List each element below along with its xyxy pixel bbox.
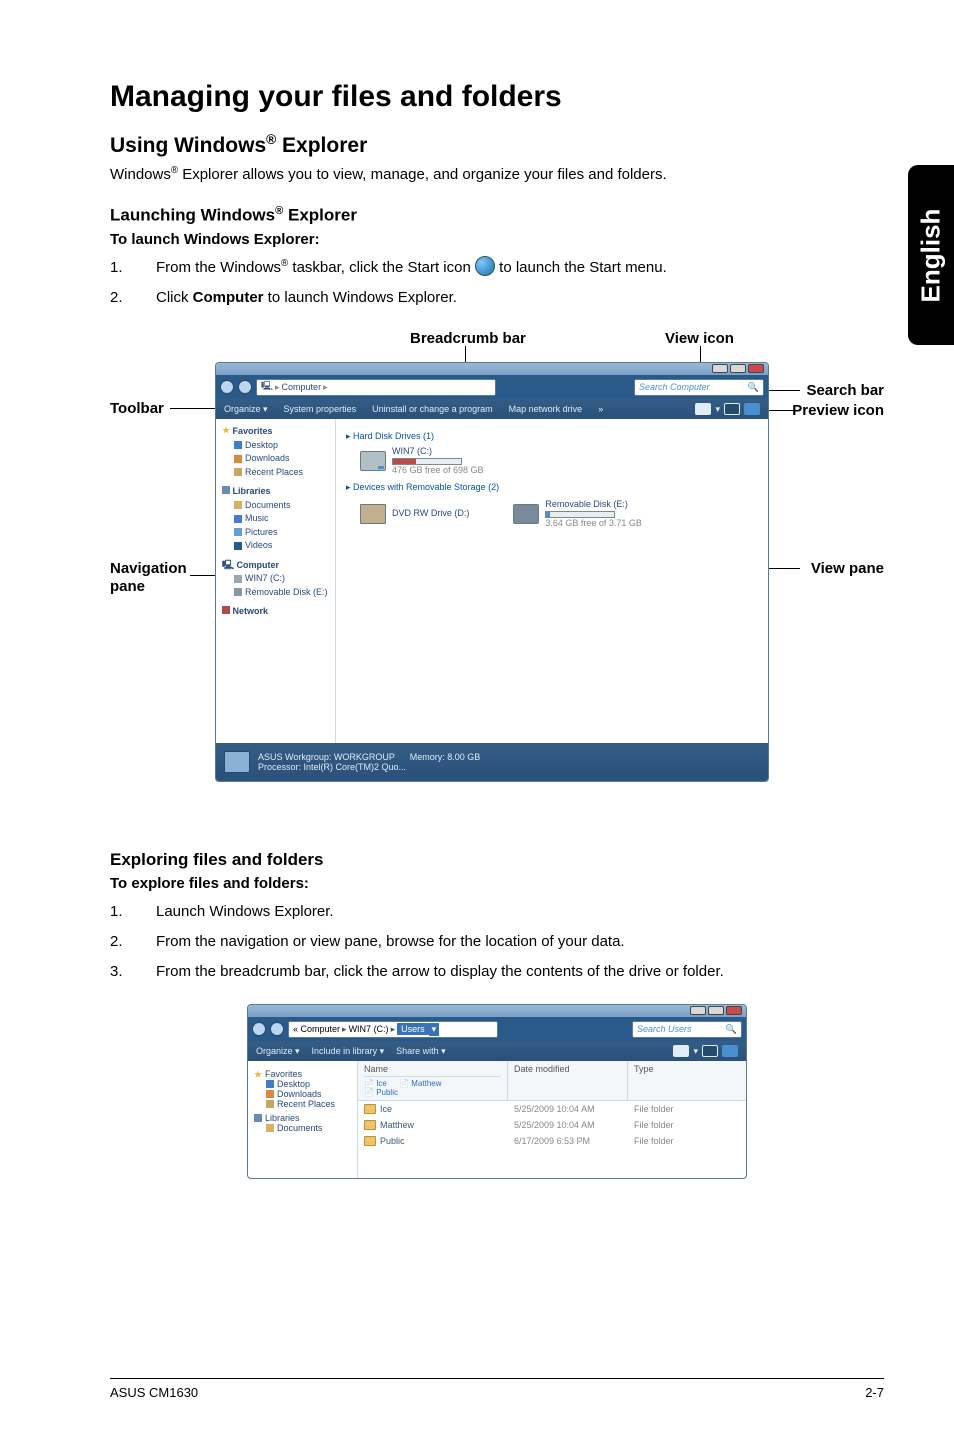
toolbar: Organize ▾ System properties Uninstall o… [216,399,768,419]
view-pane: ▸ Hard Disk Drives (1) WIN7 (C:) 476 GB … [336,419,768,743]
label-search-bar: Search bar [806,382,884,399]
close-button[interactable] [748,364,764,373]
label-toolbar: Toolbar [110,400,164,417]
folder-icon [364,1104,376,1114]
nav2-recent[interactable]: Recent Places [254,1099,351,1109]
nav-recent[interactable]: Recent Places [222,466,329,480]
forward-button-2[interactable] [270,1022,284,1036]
nav-drive-e[interactable]: Removable Disk (E:) [222,586,329,600]
help-icon-2[interactable] [722,1045,738,1057]
file-list: Name 📄 Ice 📄 Matthew 📄 Public Date modif… [358,1061,746,1178]
page-footer: ASUS CM1630 2-7 [110,1378,884,1400]
navigation-pane: Favorites Desktop Downloads Recent Place… [216,419,336,743]
table-row[interactable]: Matthew 5/25/2009 10:04 AM File folder [358,1117,746,1133]
help-icon[interactable] [744,403,760,415]
explore-lead: To explore files and folders: [110,874,884,894]
drive-dvd[interactable]: DVD RW Drive (D:) [360,499,469,529]
nav-music[interactable]: Music [222,512,329,526]
toolbar-more[interactable]: » [598,404,603,414]
dvd-drive-icon [360,504,386,524]
search-input-2[interactable]: Search Users🔍 [632,1021,742,1038]
back-button-2[interactable] [252,1022,266,1036]
users-window: « Computer ▸ WIN7 (C:) ▸ Users ▾ Search … [247,1004,747,1179]
explore-step-2: 2.From the navigation or view pane, brow… [110,930,884,954]
nav-documents[interactable]: Documents [222,499,329,513]
nav-pictures[interactable]: Pictures [222,526,329,540]
nav-downloads[interactable]: Downloads [222,452,329,466]
toolbar-map-drive[interactable]: Map network drive [509,404,583,414]
launch-step-2: 2. Click Computer to launch Windows Expl… [110,286,884,310]
nav-drive-c[interactable]: WIN7 (C:) [222,572,329,586]
explore-step-3: 3.From the breadcrumb bar, click the arr… [110,960,884,984]
minimize-button[interactable] [712,364,728,373]
forward-button[interactable] [238,380,252,394]
start-icon [475,256,495,276]
view-icon[interactable] [695,403,711,415]
toolbar-organize-2[interactable]: Organize ▾ [256,1046,300,1057]
nav2-desktop[interactable]: Desktop [254,1079,351,1089]
address-bar: 🖳▸ Computer▸ Search Computer🔍 [216,375,768,399]
section-using-explorer: Using Windows® Explorer [110,132,884,158]
close-button-2[interactable] [726,1006,742,1015]
nav-videos[interactable]: Videos [222,539,329,553]
table-row[interactable]: Ice 5/25/2009 10:04 AM File folder [358,1101,746,1117]
label-view-pane: View pane [811,560,884,577]
navigation-pane-2: Favorites Desktop Downloads Recent Place… [248,1061,358,1178]
breadcrumb-bar-2[interactable]: « Computer ▸ WIN7 (C:) ▸ Users ▾ [288,1021,498,1038]
toolbar-organize[interactable]: Organize ▾ [224,404,268,415]
nav-desktop[interactable]: Desktop [222,439,329,453]
footer-product: ASUS CM1630 [110,1385,198,1400]
nav2-documents[interactable]: Documents [254,1123,351,1133]
folder-icon [364,1136,376,1146]
page-title: Managing your files and folders [110,80,884,114]
explorer-intro: Windows® Explorer allows you to view, ma… [110,164,884,185]
column-type[interactable]: Type [628,1061,746,1100]
section-hdd[interactable]: ▸ Hard Disk Drives (1) [346,431,758,442]
window-titlebar [216,363,768,375]
usb-drive-icon [513,504,539,524]
table-row[interactable]: Public 6/17/2009 6:53 PM File folder [358,1133,746,1149]
launch-lead: To launch Windows Explorer: [110,230,884,250]
status-bar: ASUS Workgroup: WORKGROUP Memory: 8.00 G… [216,743,768,781]
preview-pane-icon-2[interactable] [702,1045,718,1057]
label-view-icon: View icon [665,330,734,347]
toolbar-system-properties[interactable]: System properties [284,404,357,414]
computer-icon [224,751,250,773]
preview-pane-icon[interactable] [724,403,740,415]
maximize-button[interactable] [730,364,746,373]
column-name[interactable]: Name 📄 Ice 📄 Matthew 📄 Public [358,1061,508,1100]
toolbar-uninstall[interactable]: Uninstall or change a program [372,404,493,414]
explorer-diagram: Breadcrumb bar View icon Toolbar Search … [110,330,884,810]
side-tab-english: English [908,165,954,345]
search-input[interactable]: Search Computer🔍 [634,379,764,396]
minimize-button-2[interactable] [690,1006,706,1015]
section-removable[interactable]: ▸ Devices with Removable Storage (2) [346,482,758,493]
explore-step-1: 1.Launch Windows Explorer. [110,900,884,924]
view-icon-2[interactable] [673,1045,689,1057]
toolbar-share-with[interactable]: Share with ▾ [396,1046,446,1057]
launch-step-1: 1. From the Windows® taskbar, click the … [110,256,884,280]
drive-c[interactable]: WIN7 (C:) 476 GB free of 698 GB [360,446,758,476]
folder-icon [364,1120,376,1130]
nav2-downloads[interactable]: Downloads [254,1089,351,1099]
toolbar-include-library[interactable]: Include in library ▾ [312,1046,385,1057]
drive-usb[interactable]: Removable Disk (E:) 3.64 GB free of 3.71… [513,499,642,529]
column-date[interactable]: Date modified [508,1061,628,1100]
explorer-window: 🖳▸ Computer▸ Search Computer🔍 Organize ▾… [215,362,769,782]
breadcrumb-bar[interactable]: 🖳▸ Computer▸ [256,379,496,396]
window-titlebar-2 [248,1005,746,1017]
label-preview-icon: Preview icon [792,402,884,419]
footer-page-number: 2-7 [865,1385,884,1400]
section-exploring: Exploring files and folders [110,850,884,870]
hard-drive-icon [360,451,386,471]
back-button[interactable] [220,380,234,394]
maximize-button-2[interactable] [708,1006,724,1015]
label-navigation-pane: Navigation pane [110,560,190,596]
label-breadcrumb-bar: Breadcrumb bar [410,330,526,347]
section-launching: Launching Windows® Explorer [110,205,884,226]
